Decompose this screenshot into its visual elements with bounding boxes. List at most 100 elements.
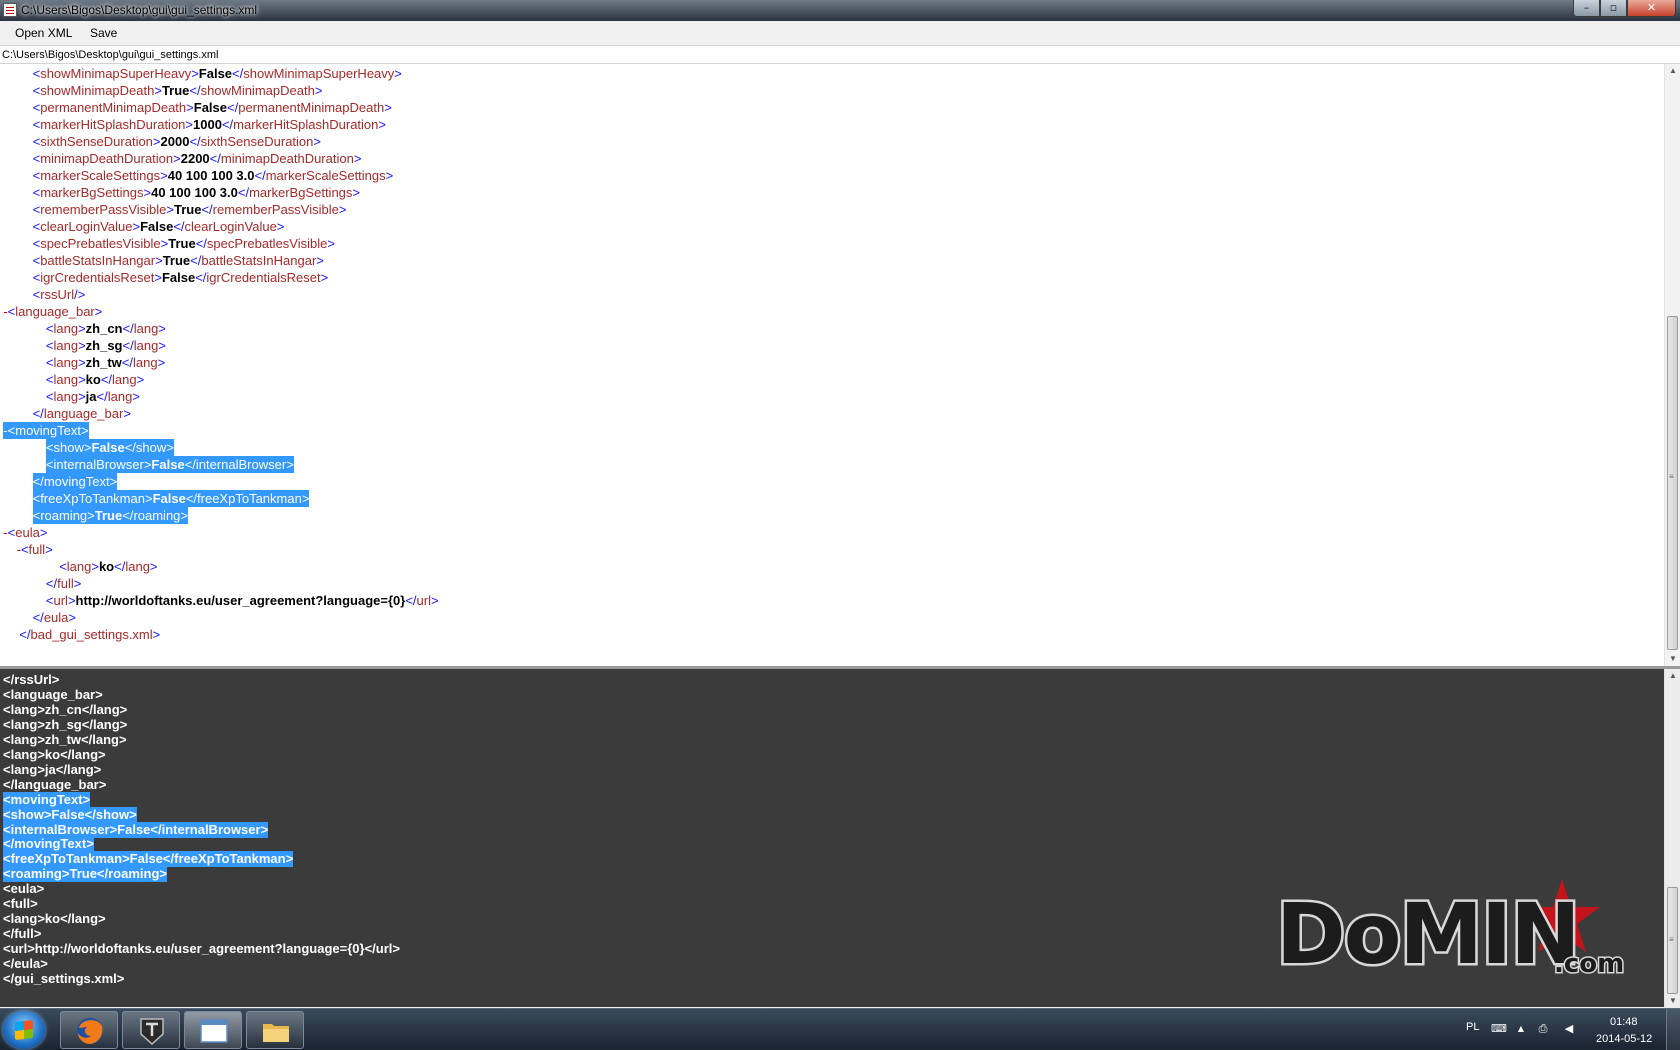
taskbar-xml-editor-button[interactable] (184, 1011, 242, 1049)
xml-tree-line[interactable]: </full> (46, 575, 81, 592)
xml-tree-view[interactable]: <showMinimapSuperHeavy>False</showMinima… (0, 64, 1664, 666)
maximize-button[interactable]: ▫ (1600, 0, 1627, 17)
raw-text-line[interactable]: <roaming>True</roaming> (3, 866, 167, 883)
file-path-bar[interactable]: C:\Users\Bigos\Desktop\gui\gui_settings.… (0, 45, 1680, 64)
language-indicator[interactable]: PL (1466, 1021, 1479, 1033)
tag-bracket: > (78, 389, 86, 404)
xml-tree-line[interactable]: <lang>ko</lang> (46, 371, 144, 388)
scrollbar-thumb[interactable]: ≡ (1667, 316, 1678, 650)
raw-text-line[interactable]: </full> (3, 926, 41, 942)
xml-tree-line[interactable]: <minimapDeathDuration>2200</minimapDeath… (33, 150, 362, 167)
keyboard-icon[interactable]: ⌨ (1491, 1023, 1507, 1035)
xml-tree-line[interactable]: <markerBgSettings>40 100 100 3.0</marker… (33, 184, 360, 201)
raw-text-line[interactable]: <eula> (3, 881, 44, 897)
xml-tree-line[interactable]: <rememberPassVisible>True</rememberPassV… (33, 201, 347, 218)
scrollbar-thumb[interactable]: ≡ (1667, 887, 1678, 994)
xml-tree-line[interactable]: </movingText> (32, 473, 118, 490)
minimize-button[interactable]: – (1573, 0, 1600, 17)
xml-tree-line[interactable]: <igrCredentialsReset>False</igrCredentia… (33, 269, 329, 286)
raw-text-line[interactable]: <language_bar> (3, 687, 103, 703)
menu-open-xml[interactable]: Open XML (15, 26, 72, 40)
tag-bracket: > (316, 253, 324, 268)
tag-bracket: > (180, 508, 188, 523)
raw-text-line[interactable]: </eula> (3, 956, 48, 972)
menu-save[interactable]: Save (90, 26, 117, 40)
xml-tree-line[interactable]: <specPrebatlesVisible>True</specPrebatle… (33, 235, 335, 252)
xml-tree-line[interactable]: <show>False</show> (45, 439, 174, 456)
xml-tree-line[interactable]: <sixthSenseDuration>2000</sixthSenseDura… (33, 133, 321, 150)
taskbar-explorer-button[interactable] (246, 1011, 304, 1049)
raw-text-line[interactable]: <url>http://worldoftanks.eu/user_agreeme… (3, 941, 400, 957)
scroll-down-arrow-icon[interactable]: ▼ (1665, 994, 1680, 1008)
tag-name: specPrebatlesVisible (40, 236, 161, 251)
tag-name: markerHitSplashDuration (40, 117, 186, 132)
xml-tree-line[interactable]: -<full> (17, 541, 53, 558)
xml-tree-line[interactable]: -<language_bar> (3, 303, 102, 320)
tag-name: sixthSenseDuration (40, 134, 153, 149)
xml-tree-line[interactable]: <lang>ja</lang> (46, 388, 140, 405)
xml-tree-line[interactable]: <rssUrl/> (33, 286, 86, 303)
taskbar-wot-button[interactable] (122, 1011, 180, 1049)
xml-tree-line[interactable]: <freeXpToTankman>False</freeXpToTankman> (32, 490, 310, 507)
raw-text-line[interactable]: <lang>zh_sg</lang> (3, 717, 127, 733)
raw-text-line[interactable]: <show>False</show> (3, 806, 137, 823)
xml-tree-line[interactable]: <battleStatsInHangar>True</battleStatsIn… (33, 252, 324, 269)
raw-text-line[interactable]: </rssUrl> (3, 672, 59, 688)
clock-time[interactable]: 01:48 (1610, 1016, 1638, 1028)
xml-tree-line[interactable]: <roaming>True</roaming> (32, 507, 188, 524)
xml-tree-line[interactable]: <lang>zh_sg</lang> (46, 337, 166, 354)
xml-tree-line[interactable]: </eula> (33, 609, 76, 626)
xml-tree-line[interactable]: <permanentMinimapDeath>False</permanentM… (33, 99, 392, 116)
tag-bracket: > (314, 83, 323, 98)
raw-text-scrollbar[interactable]: ▲ ≡ ▼ (1664, 669, 1680, 1008)
raw-text-line[interactable]: </gui_settings.xml> (3, 971, 124, 987)
raw-text-line[interactable]: <movingText> (3, 791, 91, 808)
xml-tree-line[interactable]: <lang>ko</lang> (59, 558, 157, 575)
raw-text-line[interactable]: <lang>ko</lang> (3, 747, 106, 763)
xml-tree-line[interactable]: </bad_gui_settings.xml> (19, 626, 160, 643)
xml-tree-line[interactable]: <showMinimapDeath>True</showMinimapDeath… (33, 82, 323, 99)
xml-tree-line[interactable]: <markerScaleSettings>40 100 100 3.0</mar… (33, 167, 394, 184)
closing-tag-name: battleStatsInHangar (201, 253, 317, 268)
taskbar-firefox-button[interactable] (60, 1011, 118, 1049)
raw-text-line[interactable]: <freeXpToTankman>False</freeXpToTankman> (3, 851, 294, 868)
xml-tree-line[interactable]: <internalBrowser>False</internalBrowser> (45, 456, 294, 473)
start-button[interactable] (3, 1011, 45, 1049)
close-button[interactable]: ✕ (1627, 0, 1676, 17)
xml-tree-line[interactable]: <url>http://worldoftanks.eu/user_agreeme… (46, 592, 439, 609)
clock-date[interactable]: 2014-05-12 (1596, 1033, 1652, 1045)
network-icon[interactable]: ⎙ (1536, 1023, 1550, 1035)
volume-icon[interactable]: ◀ (1562, 1023, 1576, 1035)
tag-value: True (161, 83, 190, 98)
xml-tree-line[interactable]: <lang>zh_tw</lang> (46, 354, 165, 371)
tag-name: lang (66, 559, 92, 574)
scroll-up-arrow-icon[interactable]: ▲ (1665, 64, 1680, 78)
xml-tree-line[interactable]: </language_bar> (33, 405, 131, 422)
xml-tree-line[interactable]: <markerHitSplashDuration>1000</markerHit… (33, 116, 386, 133)
scroll-up-arrow-icon[interactable]: ▲ (1665, 669, 1680, 683)
show-hidden-icons-icon[interactable]: ▲ (1514, 1023, 1528, 1035)
raw-text-line[interactable]: <lang>ko</lang> (3, 911, 106, 927)
raw-text-line[interactable]: <internalBrowser>False</internalBrowser> (3, 821, 269, 838)
xml-tree-line[interactable]: -<eula> (3, 524, 47, 541)
raw-text-line[interactable]: <lang>zh_cn</lang> (3, 702, 127, 718)
scroll-down-arrow-icon[interactable]: ▼ (1665, 652, 1680, 666)
raw-text-line[interactable]: <lang>ja</lang> (3, 762, 101, 778)
app-icon[interactable] (3, 3, 17, 17)
raw-text-line[interactable]: </language_bar> (3, 777, 106, 793)
show-desktop-button[interactable] (1666, 1009, 1680, 1050)
xml-tree-line[interactable]: <lang>zh_cn</lang> (46, 320, 166, 337)
closing-tag-name: lang (133, 321, 159, 336)
tag-bracket: > (352, 185, 360, 200)
tag-bracket: > (87, 508, 95, 523)
raw-text-line[interactable]: </movingText> (3, 836, 94, 853)
xml-tree-line[interactable]: -<movingText> (3, 422, 89, 439)
tag-bracket: </ (185, 491, 198, 506)
xml-tree-line[interactable]: <showMinimapSuperHeavy>False</showMinima… (33, 65, 402, 82)
tag-bracket: </ (19, 627, 31, 642)
xml-tree-scrollbar[interactable]: ▲ ≡ ▼ (1664, 64, 1680, 666)
raw-text-line[interactable]: <lang>zh_tw</lang> (3, 732, 127, 748)
raw-text-line[interactable]: <full> (3, 896, 38, 912)
tag-name: showMinimapDeath (40, 83, 155, 98)
xml-tree-line[interactable]: <clearLoginValue>False</clearLoginValue> (33, 218, 285, 235)
